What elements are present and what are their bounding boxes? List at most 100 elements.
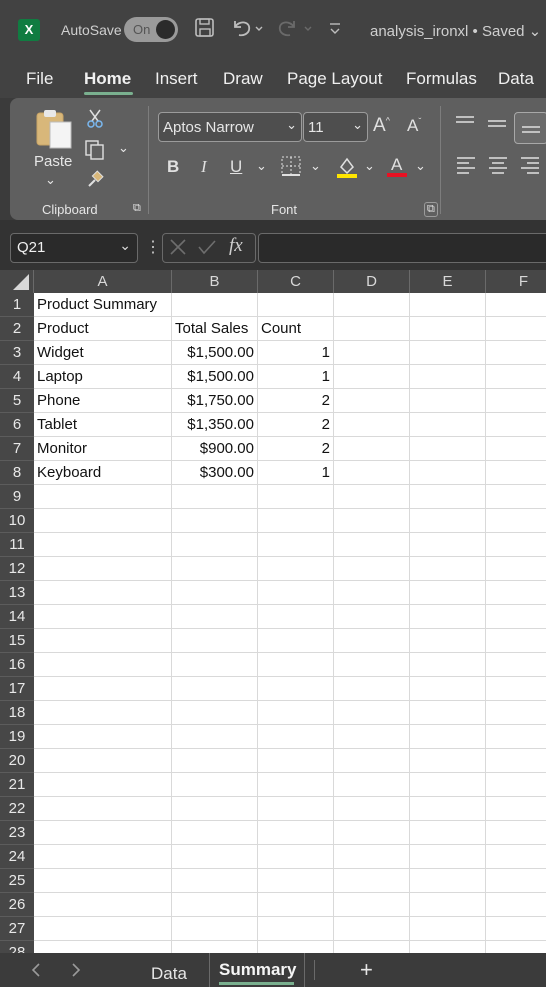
column-header-a[interactable]: A	[34, 270, 172, 293]
row-header[interactable]: 25	[0, 869, 34, 893]
cancel-icon[interactable]	[169, 238, 187, 261]
row-header[interactable]: 11	[0, 533, 34, 557]
product-cell[interactable]: Monitor	[37, 437, 87, 461]
row-header[interactable]: 4	[0, 365, 34, 389]
tab-formulas[interactable]: Formulas	[406, 69, 477, 89]
product-cell[interactable]: Laptop	[37, 365, 83, 389]
customize-toolbar-icon[interactable]	[328, 20, 342, 43]
row-header[interactable]: 20	[0, 749, 34, 773]
align-right-icon[interactable]	[520, 156, 540, 179]
row-header[interactable]: 16	[0, 653, 34, 677]
cell-c2-header[interactable]: Count	[261, 317, 301, 341]
select-all-button[interactable]	[0, 270, 34, 293]
name-box[interactable]: Q21 ⌄	[10, 233, 138, 263]
row-header[interactable]: 6	[0, 413, 34, 437]
count-cell[interactable]: 1	[258, 341, 330, 365]
row-header[interactable]: 26	[0, 893, 34, 917]
paste-button[interactable]: Paste	[34, 153, 72, 170]
sales-cell[interactable]: $1,500.00	[172, 341, 254, 365]
row-header[interactable]: 3	[0, 341, 34, 365]
product-cell[interactable]: Tablet	[37, 413, 77, 437]
tab-home[interactable]: Home	[84, 69, 131, 89]
italic-icon[interactable]: I	[201, 157, 207, 177]
scroll-sheets-left-icon[interactable]	[30, 962, 42, 983]
count-cell[interactable]: 2	[258, 389, 330, 413]
column-header-d[interactable]: D	[334, 270, 410, 293]
enter-check-icon[interactable]	[197, 238, 217, 261]
font-size-select[interactable]: 11 ⌄	[303, 112, 368, 142]
sales-cell[interactable]: $900.00	[172, 437, 254, 461]
cell-a2-header[interactable]: Product	[37, 317, 89, 341]
row-header[interactable]: 14	[0, 605, 34, 629]
borders-dropdown-icon[interactable]: ⌄	[310, 158, 321, 174]
count-cell[interactable]: 2	[258, 437, 330, 461]
row-header[interactable]: 10	[0, 509, 34, 533]
row-header[interactable]: 23	[0, 821, 34, 845]
product-cell[interactable]: Widget	[37, 341, 84, 365]
sheet-tab-data[interactable]: Data	[151, 964, 187, 984]
increase-font-size-icon[interactable]: A^	[373, 115, 390, 137]
underline-dropdown-icon[interactable]: ⌄	[256, 158, 267, 174]
row-header[interactable]: 12	[0, 557, 34, 581]
row-header[interactable]: 7	[0, 437, 34, 461]
font-name-select[interactable]: Aptos Narrow ⌄	[158, 112, 302, 142]
row-header[interactable]: 18	[0, 701, 34, 725]
font-launcher-icon[interactable]: ⧉	[424, 202, 438, 217]
tab-file[interactable]: File	[26, 69, 53, 89]
row-header[interactable]: 2	[0, 317, 34, 341]
row-header[interactable]: 8	[0, 461, 34, 485]
row-header[interactable]: 15	[0, 629, 34, 653]
copy-icon[interactable]	[84, 139, 106, 166]
align-top-icon[interactable]	[455, 115, 475, 136]
row-header[interactable]: 27	[0, 917, 34, 941]
sales-cell[interactable]: $1,500.00	[172, 365, 254, 389]
copy-dropdown-icon[interactable]: ⌄	[118, 140, 129, 156]
add-sheet-button[interactable]: +	[360, 957, 373, 983]
paste-icon[interactable]	[34, 108, 74, 155]
format-painter-icon[interactable]	[85, 170, 105, 195]
decrease-font-size-icon[interactable]: Aˇ	[407, 116, 421, 136]
redo-icon[interactable]	[276, 17, 316, 45]
row-header[interactable]: 9	[0, 485, 34, 509]
count-cell[interactable]: 1	[258, 365, 330, 389]
column-header-e[interactable]: E	[410, 270, 486, 293]
tab-draw[interactable]: Draw	[223, 69, 263, 89]
sales-cell[interactable]: $1,750.00	[172, 389, 254, 413]
paste-dropdown-icon[interactable]: ⌄	[45, 172, 56, 188]
count-cell[interactable]: 1	[258, 461, 330, 485]
row-header[interactable]: 13	[0, 581, 34, 605]
column-header-f[interactable]: F	[486, 270, 546, 293]
fill-color-dropdown-icon[interactable]: ⌄	[364, 158, 375, 174]
sheet-tab-summary[interactable]: Summary	[219, 960, 296, 980]
row-header[interactable]: 22	[0, 797, 34, 821]
clipboard-launcher-icon[interactable]: ⧉	[133, 202, 141, 215]
sales-cell[interactable]: $300.00	[172, 461, 254, 485]
cut-icon[interactable]	[86, 108, 104, 133]
formula-input[interactable]	[258, 233, 546, 263]
row-header[interactable]: 21	[0, 773, 34, 797]
row-header[interactable]: 1	[0, 293, 34, 317]
align-left-icon[interactable]	[456, 156, 476, 179]
sales-cell[interactable]: $1,350.00	[172, 413, 254, 437]
insert-function-icon[interactable]: fx	[229, 235, 243, 257]
product-cell[interactable]: Keyboard	[37, 461, 101, 485]
cell-a1-title[interactable]: Product Summary	[37, 293, 157, 317]
column-header-b[interactable]: B	[172, 270, 258, 293]
fill-color-icon[interactable]	[336, 155, 358, 184]
font-color-icon[interactable]: A	[386, 154, 408, 183]
row-header[interactable]: 19	[0, 725, 34, 749]
align-center-icon[interactable]	[488, 156, 508, 179]
document-title[interactable]: analysis_ironxl • Saved ⌄	[370, 22, 541, 40]
row-header[interactable]: 5	[0, 389, 34, 413]
tab-page-layout[interactable]: Page Layout	[287, 69, 382, 89]
count-cell[interactable]: 2	[258, 413, 330, 437]
undo-icon[interactable]	[229, 17, 265, 45]
spreadsheet-grid[interactable]: A B C D E F 1 2 3 4 5 6 7 8 9 10 11 12 13 14 15 16 17 18 1…	[0, 270, 546, 953]
tab-data[interactable]: Data	[498, 69, 534, 89]
cell-b2-header[interactable]: Total Sales	[175, 317, 248, 341]
tab-insert[interactable]: Insert	[155, 69, 198, 89]
align-bottom-button[interactable]	[514, 112, 546, 144]
product-cell[interactable]: Phone	[37, 389, 80, 413]
formula-bar-menu-icon[interactable]: ⋮	[145, 237, 161, 257]
borders-icon[interactable]	[281, 156, 301, 181]
